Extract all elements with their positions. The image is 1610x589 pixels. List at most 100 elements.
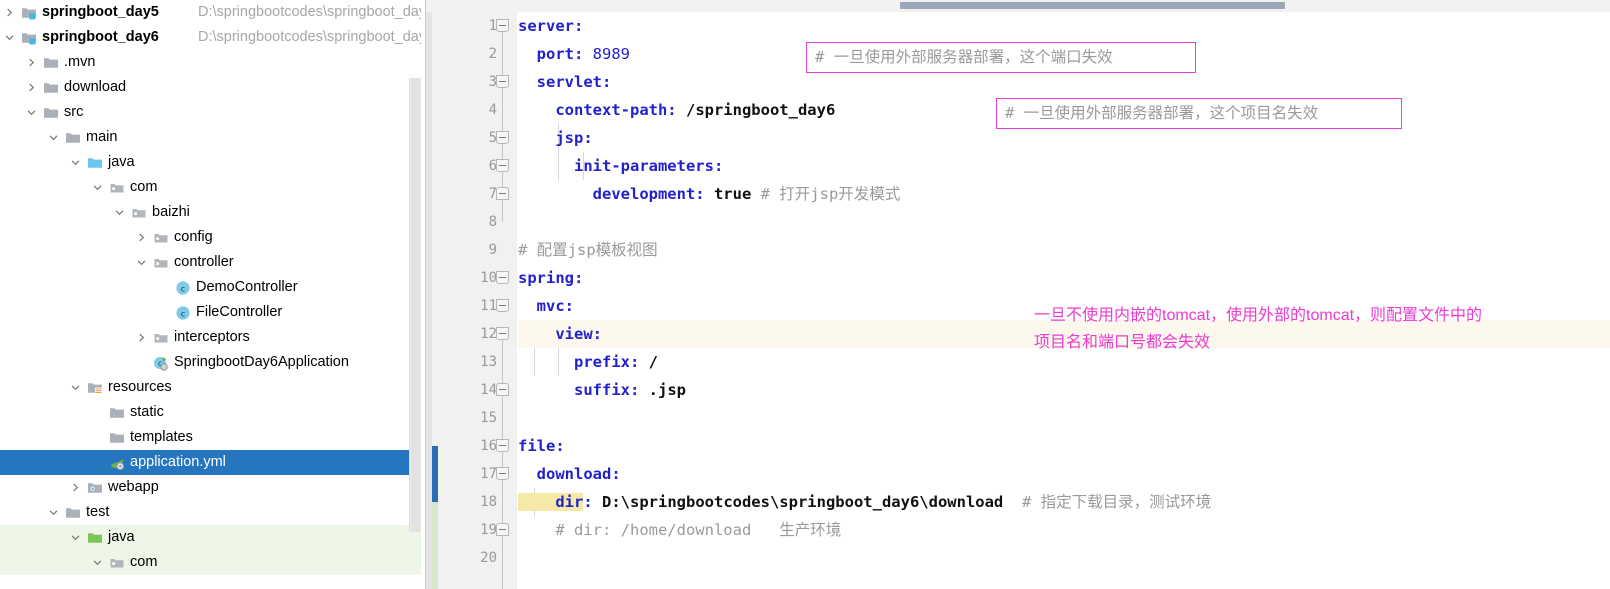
tree-item-label: main — [86, 129, 118, 145]
tree-item-application-yml[interactable]: application.yml — [0, 450, 421, 475]
tree-item-label: interceptors — [174, 329, 250, 345]
project-tree-vertical-scrollbar[interactable] — [409, 78, 421, 532]
code-fold-toggle[interactable] — [496, 159, 509, 172]
tree-item-label: src — [64, 104, 84, 120]
folder-icon — [107, 400, 126, 425]
code-line-7[interactable]: development: true # 打开jsp开发模式 — [518, 180, 1610, 208]
tree-item-label: java — [108, 154, 135, 170]
code-line-19[interactable]: # dir: /home/download 生产环境 — [518, 516, 1610, 544]
tree-item-springbootday6application[interactable]: c SpringbootDay6Application — [0, 350, 421, 375]
tree-item-label: com — [130, 554, 158, 570]
tree-item-label: resources — [108, 379, 172, 395]
package-icon — [151, 325, 170, 350]
chevron-down-icon[interactable] — [68, 375, 82, 400]
code-line-10[interactable]: spring: — [518, 264, 1610, 292]
code-fold-toggle[interactable] — [496, 19, 509, 32]
tree-item-label: springboot_day5 — [42, 4, 159, 20]
chevron-right-icon[interactable] — [24, 50, 38, 75]
java-class-icon: c — [173, 275, 192, 300]
tree-item-com[interactable]: com — [0, 175, 421, 200]
tree-item-springboot-day6[interactable]: springboot_day6 D:\springbootcodes\spring… — [0, 25, 421, 50]
chevron-down-icon[interactable] — [46, 500, 60, 525]
code-line-14[interactable]: suffix: .jsp — [518, 376, 1610, 404]
chevron-down-icon[interactable] — [90, 175, 104, 200]
tree-item-static[interactable]: static — [0, 400, 421, 425]
tree-item-controller[interactable]: controller — [0, 250, 421, 275]
chevron-down-icon[interactable] — [90, 550, 104, 575]
code-fold-toggle[interactable] — [496, 131, 509, 144]
chevron-down-icon[interactable] — [112, 200, 126, 225]
chevron-down-icon[interactable] — [2, 25, 16, 50]
chevron-down-icon[interactable] — [134, 250, 148, 275]
chevron-right-icon[interactable] — [134, 225, 148, 250]
code-line-16[interactable]: file: — [518, 432, 1610, 460]
folder-icon — [41, 100, 60, 125]
chevron-down-icon[interactable] — [68, 150, 82, 175]
tree-item-com[interactable]: com — [0, 550, 421, 575]
code-fold-toggle[interactable] — [496, 383, 509, 396]
chevron-down-icon[interactable] — [68, 525, 82, 550]
code-line-6[interactable]: init-parameters: — [518, 152, 1610, 180]
chevron-right-icon[interactable] — [2, 0, 16, 25]
tree-item-label: com — [130, 179, 158, 195]
webapp-folder-icon — [85, 475, 104, 500]
code-line-18[interactable]: dir: D:\springbootcodes\springboot_day6\… — [518, 488, 1610, 516]
chevron-right-icon[interactable] — [24, 75, 38, 100]
code-line-8[interactable] — [518, 208, 1610, 236]
code-line-1[interactable]: server: — [518, 12, 1610, 40]
annotation-note-line-2: 项目名和端口号都会失效 — [1034, 334, 1211, 351]
code-line-17[interactable]: download: — [518, 460, 1610, 488]
tree-item-label: SpringbootDay6Application — [174, 354, 349, 370]
spring-boot-class-icon: c — [151, 350, 170, 375]
code-fold-toggle[interactable] — [496, 439, 509, 452]
editor-text-canvas[interactable]: server: port: 8989 servlet: context-path… — [518, 12, 1610, 589]
tree-item-src[interactable]: src — [0, 100, 421, 125]
project-tree-panel[interactable]: springboot_day5 D:\springbootcodes\spring… — [0, 0, 421, 589]
chevron-right-icon[interactable] — [134, 325, 148, 350]
code-line-20[interactable] — [518, 544, 1610, 572]
tree-item-label: download — [64, 79, 127, 95]
code-fold-toggle[interactable] — [496, 271, 509, 284]
code-line-15[interactable] — [518, 404, 1610, 432]
chevron-down-icon[interactable] — [46, 125, 60, 150]
code-fold-toggle[interactable] — [496, 75, 509, 88]
package-icon — [151, 225, 170, 250]
module-folder-icon — [19, 25, 38, 50]
svg-text:c: c — [180, 309, 184, 318]
tree-item-interceptors[interactable]: interceptors — [0, 325, 421, 350]
tree-item-download[interactable]: download — [0, 75, 421, 100]
code-editor[interactable]: 1 2 3 4 5 6 7 8 9 10 11 12 13 14 15 16 17 18 19 20 server: … — [426, 0, 1610, 589]
folder-icon — [107, 425, 126, 450]
tree-item--mvn[interactable]: .mvn — [0, 50, 421, 75]
tree-item-resources[interactable]: resources — [0, 375, 421, 400]
tree-item-webapp[interactable]: webapp — [0, 475, 421, 500]
chevron-right-icon[interactable] — [68, 475, 82, 500]
tree-item-test[interactable]: test — [0, 500, 421, 525]
tree-item-democontroller[interactable]: c DemoController — [0, 275, 421, 300]
scrollbar-thumb[interactable] — [900, 2, 1285, 9]
tree-item-main[interactable]: main — [0, 125, 421, 150]
code-line-9[interactable]: # 配置jsp模板视图 — [518, 236, 1610, 264]
code-fold-toggle[interactable] — [496, 523, 509, 536]
tree-item-springboot-day5[interactable]: springboot_day5 D:\springbootcodes\spring… — [0, 0, 421, 25]
scrollbar-thumb[interactable] — [411, 78, 420, 532]
annotation-note-line-1: 一旦不使用内嵌的tomcat，使用外部的tomcat，则配置文件中的 — [1034, 307, 1483, 324]
code-fold-toggle[interactable] — [496, 187, 509, 200]
code-fold-toggle[interactable] — [496, 299, 509, 312]
editor-code-area[interactable]: 1 2 3 4 5 6 7 8 9 10 11 12 13 14 15 16 17 18 19 20 server: … — [426, 12, 1610, 589]
chevron-down-icon[interactable] — [24, 100, 38, 125]
source-root-folder-icon — [85, 150, 104, 175]
ide-window: springboot_day5 D:\springbootcodes\spring… — [0, 0, 1610, 589]
package-icon — [107, 550, 126, 575]
code-fold-toggle[interactable] — [496, 467, 509, 480]
tree-item-label: test — [86, 504, 110, 520]
tree-item-baizhi[interactable]: baizhi — [0, 200, 421, 225]
tree-item-filecontroller[interactable]: c FileController — [0, 300, 421, 325]
java-class-icon: c — [173, 300, 192, 325]
code-fold-toggle[interactable] — [496, 327, 509, 340]
tree-item-config[interactable]: config — [0, 225, 421, 250]
tree-item-java[interactable]: java — [0, 150, 421, 175]
tree-item-templates[interactable]: templates — [0, 425, 421, 450]
editor-gutter[interactable]: 1 2 3 4 5 6 7 8 9 10 11 12 13 14 15 16 17 18 19 20 — [426, 12, 518, 589]
tree-item-java[interactable]: java — [0, 525, 421, 550]
